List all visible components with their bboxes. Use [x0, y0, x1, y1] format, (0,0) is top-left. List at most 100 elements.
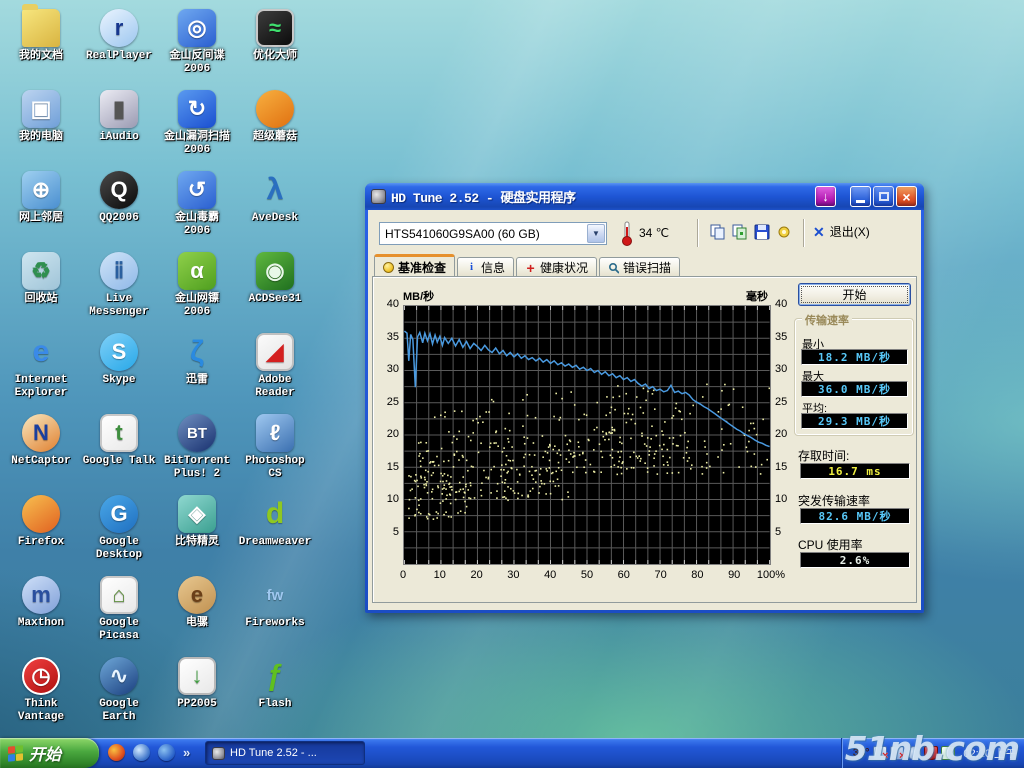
desktop-icon-fireworks[interactable]: fwFireworks [236, 572, 314, 653]
desktop-icon-kingsoft-scan[interactable]: ↻金山漏洞扫描 2006 [158, 86, 236, 167]
start-button-label: 开始 [29, 741, 61, 765]
y-tick-left-10: 10 [375, 493, 399, 505]
desktop-icon-xunlei[interactable]: ζ迅雷 [158, 329, 236, 410]
burst-rate-value: 82.6 MB/秒 [800, 508, 910, 524]
netcaptor-icon: N [22, 414, 60, 452]
desktop-icon-bitspirit[interactable]: ◈比特精灵 [158, 491, 236, 572]
close-button[interactable]: × [896, 186, 917, 207]
desktop-icon-youhua-dashi[interactable]: ≈优化大师 [236, 5, 314, 86]
photoshop-cs-icon: ℓ [256, 414, 294, 452]
bulb-icon [383, 262, 394, 273]
desktop-icon-my-documents[interactable]: 我的文档 [2, 5, 80, 86]
desktop-icon-maxthon[interactable]: mMaxthon [2, 572, 80, 653]
firefox-quick-icon[interactable] [108, 744, 125, 761]
network-places-icon: ⊕ [22, 171, 60, 209]
desktop-icon-kingsoft-duba[interactable]: ↺金山毒霸 2006 [158, 167, 236, 248]
google-talk-label: Google Talk [83, 455, 156, 468]
drive-select[interactable]: HTS541060G9SA00 (60 GB) ▼ [379, 222, 607, 245]
avg-value: 29.3 MB/秒 [801, 413, 908, 429]
flash-label: Flash [258, 698, 291, 711]
desktop-icon-firefox[interactable]: Firefox [2, 491, 80, 572]
desktop-icon-google-earth[interactable]: ∿Google Earth [80, 653, 158, 734]
start-button[interactable]: 开始 [0, 738, 99, 768]
tab-label: 健康状况 [540, 259, 588, 276]
desktop-icon-dreamweaver[interactable]: dDreamweaver [236, 491, 314, 572]
exit-button[interactable]: ✕ 退出(X) [813, 223, 870, 240]
cross-icon: + [525, 262, 536, 273]
watermark: 51nb.com [845, 729, 1019, 768]
hdtune-titlebar[interactable]: HD Tune 2.52 - 硬盘实用程序 ↓ × [365, 183, 924, 210]
desktop-icon-my-computer[interactable]: ▣我的电脑 [2, 86, 80, 167]
desktop-icon-skype[interactable]: SSkype [80, 329, 158, 410]
desktop-icon-emule[interactable]: e电骡 [158, 572, 236, 653]
start-benchmark-button[interactable]: 开始 [798, 283, 911, 306]
desktop-icon-adobe-reader[interactable]: ◢Adobe Reader [236, 329, 314, 410]
desktop-icon-iaudio[interactable]: ▮iAudio [80, 86, 158, 167]
live-messenger-label: Live Messenger [81, 293, 157, 318]
x-tick-50: 50 [568, 569, 606, 581]
google-earth-label: Google Earth [81, 698, 157, 723]
desktop-icon-kingsoft-netguard[interactable]: α金山网镖 2006 [158, 248, 236, 329]
skin-download-button[interactable]: ↓ [815, 186, 836, 207]
quick-launch-overflow-chevron[interactable]: » [183, 745, 190, 760]
google-talk-icon: t [100, 414, 138, 452]
photoshop-cs-label: Photoshop CS [237, 455, 313, 480]
maxthon-quick-icon[interactable] [133, 744, 150, 761]
desktop-icon-qq2006[interactable]: QQQ2006 [80, 167, 158, 248]
options-icon[interactable] [773, 221, 795, 243]
minimize-button[interactable] [850, 186, 871, 207]
exit-x-icon: ✕ [813, 225, 825, 239]
desktop-icon-google-picasa[interactable]: ⌂Google Picasa [80, 572, 158, 653]
access-time-value: 16.7 ms [800, 463, 910, 479]
google-picasa-label: Google Picasa [81, 617, 157, 642]
drive-select-value: HTS541060G9SA00 (60 GB) [385, 227, 540, 241]
desktop-icon-kingsoft-antispy[interactable]: ◎金山反间谍 2006 [158, 5, 236, 86]
realplayer-label: RealPlayer [86, 50, 152, 63]
desktop-icon-internet-explorer[interactable]: eInternet Explorer [2, 329, 80, 410]
desktop-icon-flash[interactable]: ƒFlash [236, 653, 314, 734]
desktop-icon-google-talk[interactable]: t Google Talk [80, 410, 158, 491]
hdtune-task-icon [212, 747, 225, 760]
tab-错误扫描[interactable]: 错误扫描 [599, 257, 680, 277]
bittorrent-plus-icon: BT [178, 414, 216, 452]
tab-基准检查[interactable]: 基准检查 [374, 254, 455, 277]
google-desktop-label: Google Desktop [81, 536, 157, 561]
ie-quick-icon[interactable] [158, 744, 175, 761]
desktop-icon-live-messenger[interactable]: ⅱLive Messenger [80, 248, 158, 329]
desktop-icon-photoshop-cs[interactable]: ℓ Photoshop CS [236, 410, 314, 491]
kingsoft-scan-label: 金山漏洞扫描 2006 [159, 131, 235, 156]
copy-text-button[interactable] [707, 221, 729, 243]
desktop-icon-bittorrent-plus[interactable]: BTBitTorrent Plus! 2 [158, 410, 236, 491]
desktop-icon-think-vantage[interactable]: ◷Think Vantage [2, 653, 80, 734]
hdtune-taskbar-button[interactable]: HD Tune 2.52 - ... [205, 741, 365, 765]
save-icon[interactable] [751, 221, 773, 243]
desktop-icon-pp2005[interactable]: ↓PP2005 [158, 653, 236, 734]
desktop-icon-super-mushroom[interactable]: 超级蘑菇 [236, 86, 314, 167]
desktop-icon-google-desktop[interactable]: GGoogle Desktop [80, 491, 158, 572]
chevron-down-icon[interactable]: ▼ [587, 224, 605, 243]
y-tick-left-20: 20 [375, 428, 399, 440]
windows-logo-icon [8, 745, 23, 762]
desktop-icon-acdsee31[interactable]: ◉ACDSee31 [236, 248, 314, 329]
exit-label: 退出(X) [830, 223, 870, 240]
skype-label: Skype [102, 374, 135, 387]
maxthon-icon: m [22, 576, 60, 614]
tab-健康状况[interactable]: + 健康状况 [516, 257, 597, 277]
recycle-bin-icon: ♻ [22, 252, 60, 290]
desktop-icon-recycle-bin[interactable]: ♻回收站 [2, 248, 80, 329]
emule-label: 电骡 [186, 617, 208, 630]
qq2006-icon: Q [100, 171, 138, 209]
tab-label: 基准检查 [398, 259, 446, 276]
copy-image-button[interactable] [729, 221, 751, 243]
desktop-icon-realplayer[interactable]: rRealPlayer [80, 5, 158, 86]
desktop-icon-network-places[interactable]: ⊕ 网上邻居 [2, 167, 80, 248]
super-mushroom-icon [256, 90, 294, 128]
internet-explorer-icon: e [22, 333, 60, 371]
tab-信息[interactable]: i信息 [457, 257, 514, 277]
my-documents-label: 我的文档 [19, 50, 63, 63]
desktop-icon-netcaptor[interactable]: NNetCaptor [2, 410, 80, 491]
my-documents-icon [22, 9, 60, 47]
maximize-button[interactable] [873, 186, 894, 207]
desktop-icon-avedesk[interactable]: λAveDesk [236, 167, 314, 248]
network-places-label: 网上邻居 [19, 212, 63, 225]
